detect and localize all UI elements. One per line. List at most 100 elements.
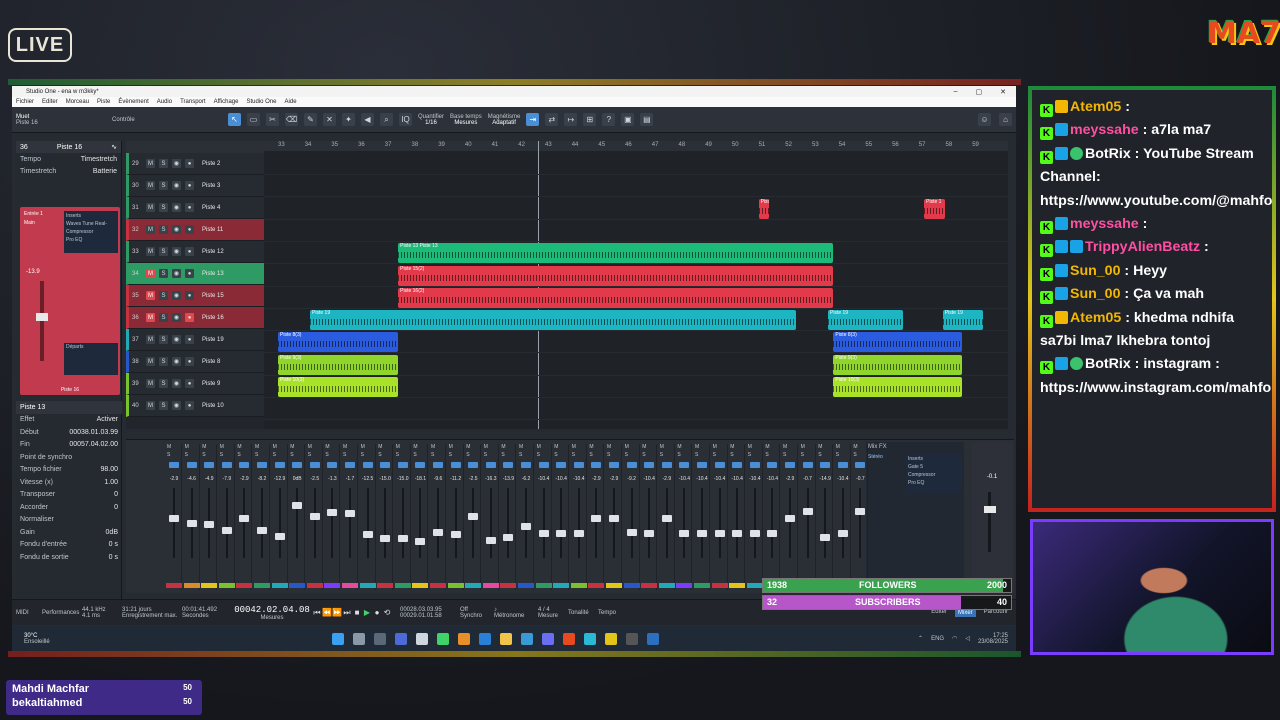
channel-solo-button[interactable]: S [818,452,821,458]
record-arm-button[interactable]: ● [185,181,194,190]
monitor-button[interactable]: ◉ [172,401,181,410]
chat-username[interactable]: meyssahe [1070,216,1139,232]
menu-item[interactable]: Studio One [246,99,276,105]
channel-solo-button[interactable]: S [537,452,540,458]
channel-solo-button[interactable]: S [801,452,804,458]
channel-solo-button[interactable]: S [554,452,557,458]
channel-fader[interactable] [767,530,778,537]
file-tempo-row[interactable]: Tempo fichier 98.00 [16,464,122,477]
audio-clip[interactable]: Piste 19 [310,310,796,331]
solo-button[interactable]: S [159,379,168,388]
channel-mute-button[interactable]: M [167,444,171,450]
channel-mute-button[interactable]: M [748,444,752,450]
pan-knob[interactable] [450,462,461,468]
normalize-row[interactable]: Normaliser [16,514,122,527]
channel-solo-button[interactable]: S [431,452,434,458]
track-lane[interactable] [264,175,1008,198]
channel-solo-button[interactable]: S [625,452,628,458]
mute-button[interactable]: M [146,203,155,212]
channel-mute-button[interactable]: M [449,444,453,450]
search-icon[interactable] [353,632,365,645]
channel-fader[interactable] [749,530,760,537]
monitor-button[interactable]: ◉ [172,269,181,278]
app-icon[interactable] [521,632,533,645]
chat-username[interactable]: Atem05 [1070,99,1121,115]
solo-button[interactable]: S [159,225,168,234]
pan-knob[interactable] [257,462,267,468]
pan-knob[interactable] [503,462,514,468]
channel-fader[interactable] [169,514,179,522]
chrome-icon[interactable] [605,632,617,645]
output-select[interactable]: Main [24,220,54,226]
audio-clip[interactable]: Pist [758,198,770,219]
monitor-button[interactable]: ◉ [172,313,181,322]
monitor-button[interactable]: ◉ [172,379,181,388]
snap-dropdown[interactable]: Magnétisme Adaptatif [488,114,521,126]
teams-icon[interactable] [458,632,470,645]
channel-fader[interactable] [661,514,672,522]
mute-button[interactable]: M [146,357,155,366]
record-arm-button[interactable]: ● [185,401,194,410]
channel-solo-button[interactable]: S [290,452,293,458]
audio-clip[interactable]: Piste 8(3) [833,332,962,353]
task-view-icon[interactable] [374,632,386,645]
input-select[interactable]: Entrée 1 [24,211,54,217]
record-icon[interactable]: ● [372,608,382,618]
channel-fader[interactable] [257,527,267,535]
channel-solo-button[interactable]: S [361,452,364,458]
channel-fader[interactable] [415,538,426,546]
pan-knob[interactable] [767,462,778,468]
channel-fader[interactable] [573,530,584,537]
insert-slot-3[interactable]: Pro EQ [66,236,116,244]
inspector-tempo-row[interactable]: Tempo Timestretch [16,153,121,165]
channel-fader[interactable] [239,514,250,522]
home-icon[interactable]: ⌂ [999,113,1012,126]
monitor-button[interactable]: ◉ [172,181,181,190]
gain-row[interactable]: Gain 0dB [16,526,122,539]
channel-fader[interactable] [591,514,602,522]
menu-item[interactable]: Affichage [214,99,239,105]
mute-button[interactable]: M [146,291,155,300]
channel-mute-button[interactable]: M [695,444,699,450]
channel-fader[interactable] [204,520,215,528]
fade-in-row[interactable]: Fondu d'entrée 0 s [16,539,122,552]
channel-mute-button[interactable]: M [625,444,629,450]
pan-knob[interactable] [679,462,690,468]
wifi-icon[interactable]: ◠ [952,635,957,642]
channel-solo-button[interactable]: S [713,452,716,458]
channel-solo-button[interactable]: S [519,452,522,458]
terminal-icon[interactable] [416,632,428,645]
channel-mute-button[interactable]: M [202,444,206,450]
channel-mute-button[interactable]: M [713,444,717,450]
track-row[interactable]: 36 M S ◉ ● Piste 16 [126,307,264,329]
menu-item[interactable]: Editer [42,99,58,105]
channel-mute-button[interactable]: M [677,444,681,450]
pan-knob[interactable] [573,462,584,468]
pan-knob[interactable] [591,462,602,468]
channel-mute-button[interactable]: M [325,444,329,450]
snap-toggle-icon[interactable]: ⇥ [526,113,540,126]
solo-button[interactable]: S [159,401,168,410]
quantize-dropdown[interactable]: Quantifier 1/16 [418,114,444,126]
channel-solo-button[interactable]: S [695,452,698,458]
channel-mute-button[interactable]: M [853,444,857,450]
record-arm-button[interactable]: ● [185,313,194,322]
channel-fader[interactable] [837,530,848,537]
record-arm-button[interactable]: ● [185,291,194,300]
record-arm-button[interactable]: ● [185,225,194,234]
channel-fader[interactable] [380,534,391,542]
vscode-icon[interactable] [479,632,491,645]
channel-solo-button[interactable]: S [255,452,258,458]
solo-button[interactable]: S [159,291,168,300]
channel-mute-button[interactable]: M [290,444,294,450]
channel-solo-button[interactable]: S [748,452,751,458]
volume-icon[interactable]: ◁ [965,635,970,642]
channel-solo-button[interactable]: S [501,452,504,458]
channel-fader[interactable] [855,507,866,515]
channel-fader[interactable] [221,526,232,534]
pan-knob[interactable] [802,462,813,468]
chat-username[interactable]: Sun_00 [1070,286,1120,302]
solo-button[interactable]: S [159,159,168,168]
record-arm-button[interactable]: ● [185,357,194,366]
channel-mute-button[interactable]: M [554,444,558,450]
